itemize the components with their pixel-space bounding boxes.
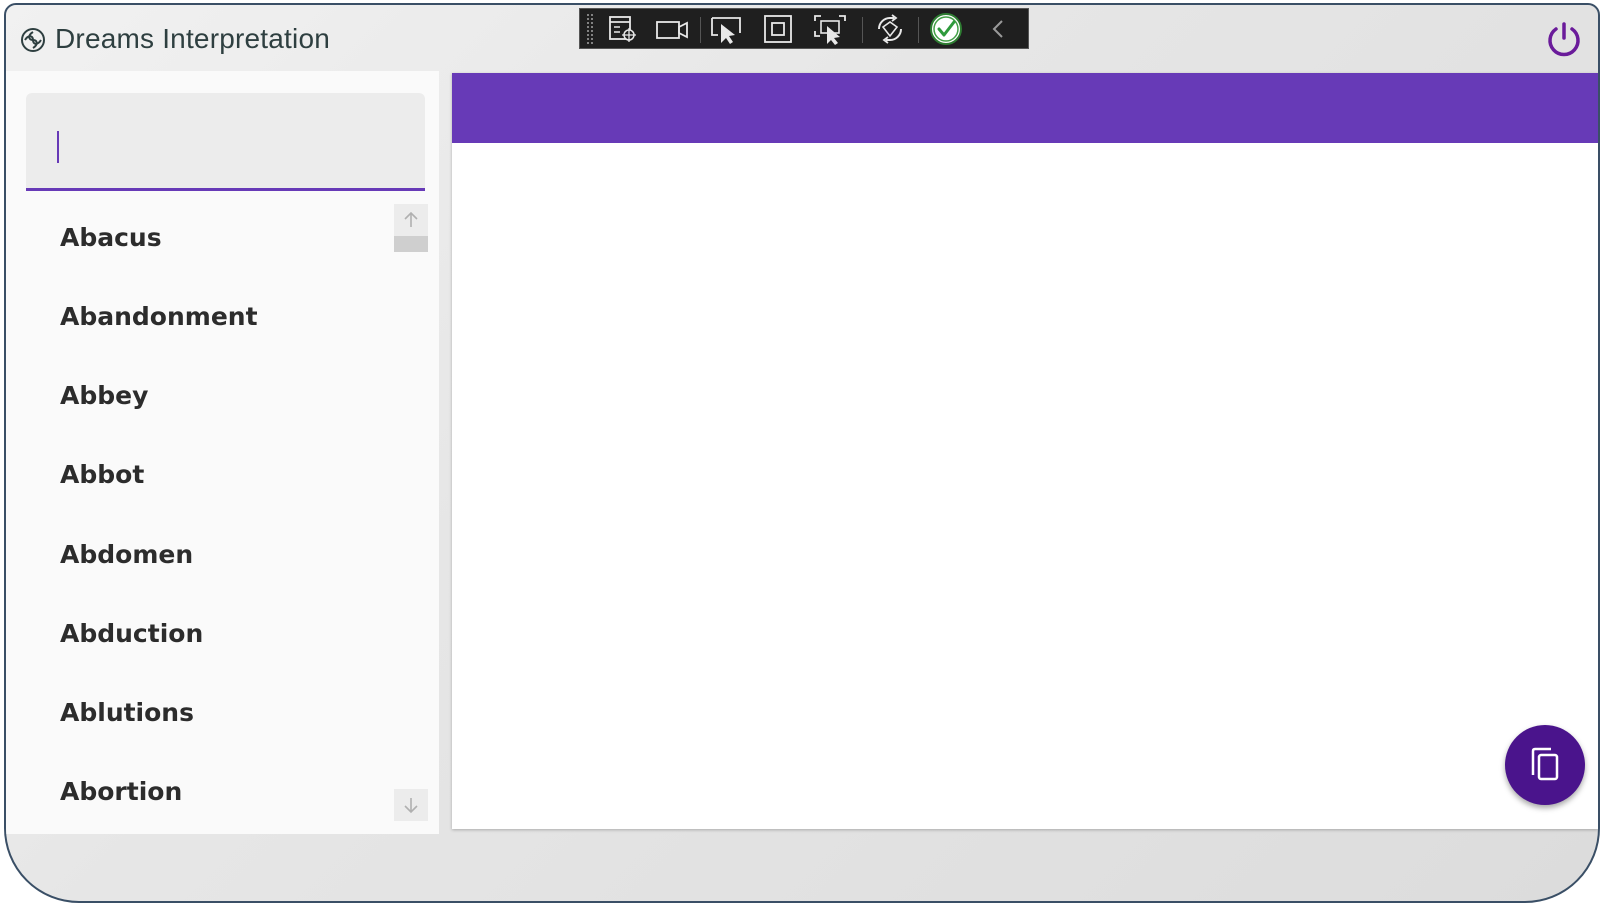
display-layout-adorners-icon (764, 15, 792, 43)
power-icon (1548, 22, 1580, 57)
hot-reload-icon (878, 14, 902, 44)
collapse-toolbar-button[interactable] (980, 13, 1016, 45)
list-item-label: Ablutions (60, 698, 194, 727)
arrow-up-icon (404, 211, 418, 227)
app-logo-icon (21, 28, 45, 52)
record-video-icon (656, 21, 688, 39)
list-item-label: Abduction (60, 619, 204, 648)
copy-icon (1531, 747, 1559, 781)
list-item[interactable]: Ablutions (6, 673, 386, 752)
select-pointer-button[interactable] (708, 13, 744, 45)
power-button[interactable] (1544, 19, 1584, 59)
hot-reload-button[interactable] (872, 13, 908, 45)
dream-list: Abacus Abandonment Abbey Abbot Abdomen A… (6, 198, 439, 834)
list-item[interactable]: Abbot (6, 435, 386, 514)
arrow-down-icon (404, 798, 418, 814)
search-input[interactable] (54, 123, 398, 169)
toolbar-separator (700, 17, 701, 43)
list-item[interactable]: Abacus (6, 198, 386, 277)
search-box[interactable] (26, 93, 425, 191)
list-item-label: Abortion (60, 777, 183, 806)
text-caret (57, 131, 59, 163)
record-video-button[interactable] (654, 13, 690, 45)
scrollbar-thumb[interactable] (394, 236, 428, 252)
select-element-button[interactable] (604, 13, 640, 45)
list-item-label: Abbot (60, 460, 145, 489)
content-panel (452, 73, 1598, 829)
track-focused-element-button[interactable] (812, 13, 848, 45)
toolbar-grip[interactable] (586, 13, 594, 45)
collapse-toolbar-icon (992, 20, 1003, 38)
content-header-bar (452, 73, 1598, 143)
toolbar-separator (862, 17, 863, 43)
list-item[interactable]: Abdomen (6, 515, 386, 594)
list-item[interactable]: Abduction (6, 594, 386, 673)
sidebar: Abacus Abandonment Abbey Abbot Abdomen A… (6, 71, 439, 834)
list-item-label: Abacus (60, 223, 162, 252)
hot-reload-status-button[interactable] (928, 13, 964, 45)
list-item-label: Abdomen (60, 540, 194, 569)
list-item-label: Abandonment (60, 302, 258, 331)
select-element-icon (609, 16, 636, 42)
select-pointer-icon (711, 17, 741, 44)
copy-button[interactable] (1505, 725, 1585, 805)
hot-reload-status-icon (930, 13, 962, 45)
app-title: Dreams Interpretation (55, 23, 330, 54)
toolbar-separator (918, 17, 919, 43)
list-item[interactable]: Abbey (6, 356, 386, 435)
scroll-down-button[interactable] (394, 789, 428, 821)
list-item[interactable]: Abandonment (6, 277, 386, 356)
list-item[interactable]: Abortion (6, 752, 386, 831)
app-window: Dreams Interpretation Abacus Abandonment… (4, 3, 1600, 903)
track-focused-element-icon (814, 15, 846, 45)
list-item-label: Abbey (60, 381, 149, 410)
xaml-debug-toolbar (579, 8, 1029, 49)
display-layout-adorners-button[interactable] (760, 13, 796, 45)
scroll-up-button[interactable] (394, 204, 428, 236)
